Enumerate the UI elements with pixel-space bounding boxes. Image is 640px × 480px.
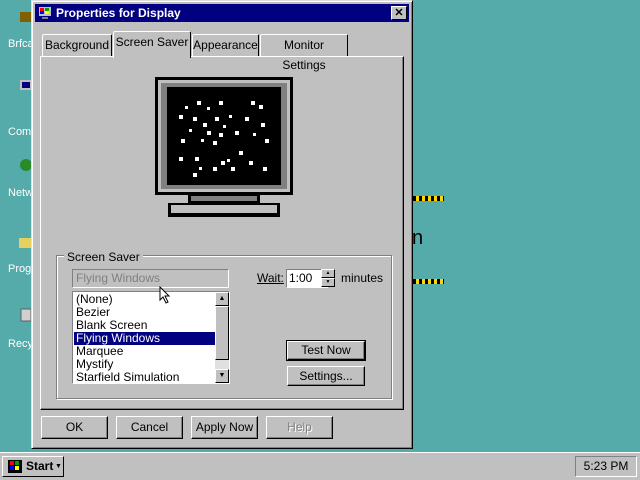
scroll-up-button[interactable]: ▲: [215, 292, 229, 306]
settings-label: Settings...: [299, 369, 353, 383]
tab-background[interactable]: Background: [42, 34, 112, 56]
start-button[interactable]: Start ▼: [2, 456, 64, 477]
close-icon: ✕: [394, 7, 404, 19]
monitor-preview: [155, 77, 293, 217]
wait-label-text: Wait:: [257, 271, 284, 285]
cancel-label: Cancel: [130, 420, 169, 434]
display-properties-dialog: Properties for Display ✕ Background Scre…: [31, 0, 413, 449]
down-arrow-icon: ▼: [325, 279, 331, 285]
tab-label: Screen Saver: [115, 35, 189, 49]
apply-now-button[interactable]: Apply Now: [191, 416, 258, 439]
mouse-cursor-icon: [159, 286, 171, 304]
screen-saver-list[interactable]: (None) Bezier Blank Screen Flying Window…: [72, 291, 230, 384]
list-item[interactable]: Starfield Simulation: [74, 371, 217, 384]
desktop-icon-label: Prog: [8, 263, 32, 275]
scroll-down-button[interactable]: ▼: [215, 369, 229, 383]
desktop-icon-label: Recy: [8, 338, 34, 350]
tab-monitor-settings[interactable]: Monitor Settings: [260, 34, 348, 72]
up-arrow-icon: ▲: [325, 270, 331, 276]
list-scrollbar[interactable]: ▲ ▼: [215, 292, 229, 383]
wait-unit-label: minutes: [341, 271, 384, 285]
wait-spin-down[interactable]: ▼: [321, 278, 335, 287]
start-label: Start: [26, 459, 54, 473]
close-button[interactable]: ✕: [391, 6, 407, 20]
desktop-icon-label: Netw: [8, 187, 34, 199]
screen-saver-select[interactable]: Flying Windows: [72, 269, 229, 288]
cancel-button[interactable]: Cancel: [116, 416, 183, 439]
tab-label: Background: [44, 38, 110, 52]
down-arrow-icon: ▼: [218, 372, 226, 379]
dropdown-arrow-icon: ▼: [55, 463, 62, 470]
ok-button[interactable]: OK: [41, 416, 108, 439]
system-tray-clock[interactable]: 5:23 PM: [575, 456, 637, 477]
dialog-title: Properties for Display: [56, 6, 181, 20]
desktop-icon-label: Brfca: [8, 38, 34, 50]
apply-now-label: Apply Now: [195, 420, 254, 434]
windows-logo-icon: [8, 460, 22, 473]
settings-button[interactable]: Settings...: [287, 366, 365, 386]
screen-saver-group-label: Screen Saver: [64, 250, 143, 264]
tab-screen-saver[interactable]: Screen Saver: [113, 31, 191, 58]
ok-label: OK: [65, 420, 84, 434]
test-now-label: Test Now: [301, 343, 351, 357]
taskbar: Start ▼ 5:23 PM: [0, 452, 640, 480]
tab-appearance[interactable]: Appearance: [192, 34, 259, 56]
scroll-thumb[interactable]: [215, 306, 229, 360]
wait-label: Wait:: [257, 271, 284, 285]
title-bar[interactable]: Properties for Display ✕: [35, 4, 409, 22]
tab-label: Appearance: [193, 38, 258, 52]
test-now-button[interactable]: Test Now: [286, 340, 366, 361]
desktop-hazard-stripe: [413, 279, 444, 284]
desktop-background-text: n: [412, 227, 424, 249]
wait-spin-up[interactable]: ▲: [321, 269, 335, 278]
desktop-hazard-stripe: [413, 196, 444, 201]
display-icon: [39, 7, 51, 19]
help-label: Help: [287, 420, 312, 434]
up-arrow-icon: ▲: [218, 295, 226, 302]
help-button[interactable]: Help: [266, 416, 333, 439]
